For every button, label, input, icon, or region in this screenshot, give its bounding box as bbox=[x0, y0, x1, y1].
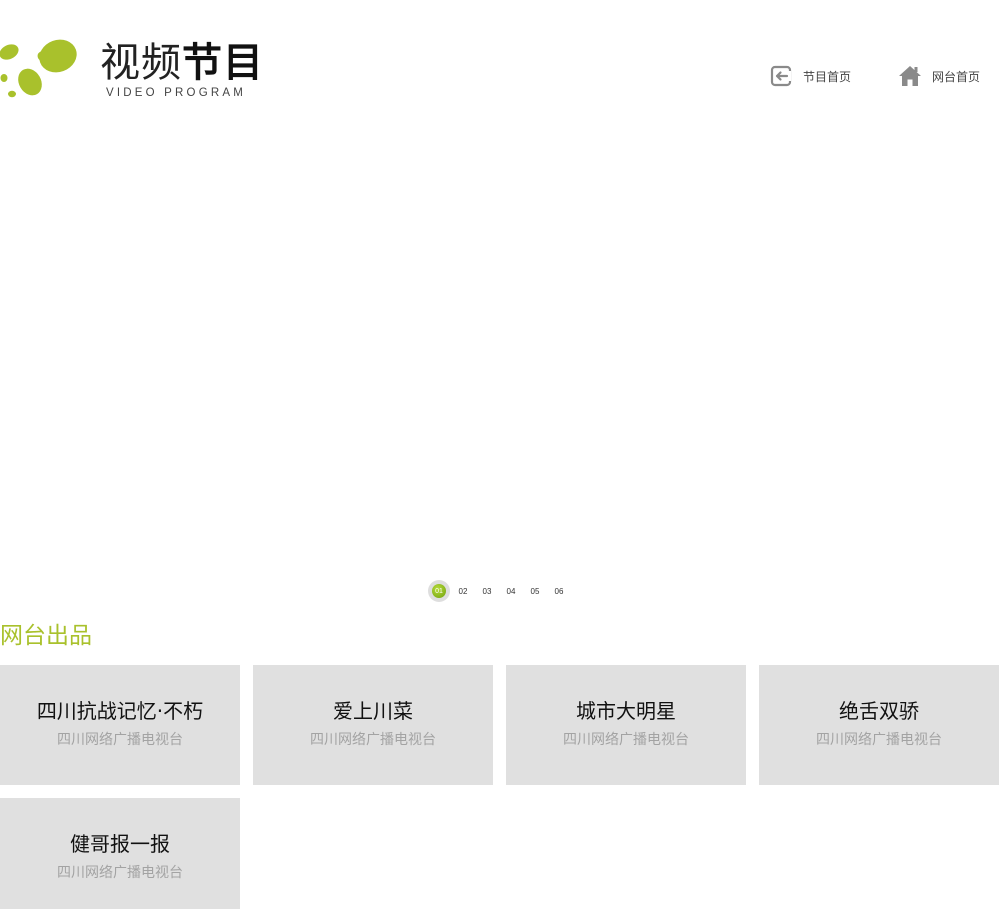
pager-dot-05[interactable]: 05 bbox=[524, 580, 546, 602]
nav-station-home-label: 网台首页 bbox=[932, 69, 981, 84]
program-card[interactable]: 健哥报一报 四川网络广播电视台 bbox=[0, 798, 240, 909]
pager-dot-01[interactable]: 01 bbox=[428, 580, 450, 602]
pager-dot-02[interactable]: 02 bbox=[452, 580, 474, 602]
nav-program-home-link[interactable]: 节目首页 bbox=[769, 63, 851, 89]
banner-slider[interactable] bbox=[0, 122, 1000, 572]
logo-blob-icon bbox=[0, 39, 77, 98]
program-title: 健哥报一报 bbox=[70, 832, 170, 856]
program-title: 爱上川菜 bbox=[333, 699, 413, 723]
logo-title: 视频节目 bbox=[100, 40, 264, 86]
section-title: 网台出品 bbox=[0, 623, 92, 649]
pager-dot-06[interactable]: 06 bbox=[548, 580, 570, 602]
program-title: 城市大明星 bbox=[576, 699, 676, 723]
program-producer: 四川网络广播电视台 bbox=[57, 732, 183, 748]
nav-station-home-link[interactable]: 网台首页 bbox=[898, 63, 980, 89]
logo-subtitle: VIDEO PROGRAM bbox=[106, 87, 247, 99]
nav-program-home-label: 节目首页 bbox=[803, 69, 852, 84]
program-card[interactable]: 爱上川菜 四川网络广播电视台 bbox=[253, 665, 493, 785]
program-producer: 四川网络广播电视台 bbox=[310, 732, 436, 748]
pager-dot-label: 01 bbox=[432, 584, 446, 598]
back-arrow-icon bbox=[770, 65, 792, 87]
program-card[interactable]: 四川抗战记忆·不朽 四川网络广播电视台 bbox=[0, 665, 240, 785]
program-producer: 四川网络广播电视台 bbox=[563, 732, 689, 748]
program-title: 绝舌双骄 bbox=[839, 699, 919, 723]
banner-pager: 01 02 03 04 05 06 bbox=[428, 580, 572, 602]
program-title: 四川抗战记忆·不朽 bbox=[36, 699, 204, 723]
program-card[interactable]: 城市大明星 四川网络广播电视台 bbox=[506, 665, 746, 785]
program-card[interactable]: 绝舌双骄 四川网络广播电视台 bbox=[759, 665, 999, 785]
logo-title-bold: 节目 bbox=[182, 40, 264, 86]
program-producer: 四川网络广播电视台 bbox=[57, 865, 183, 881]
program-producer: 四川网络广播电视台 bbox=[816, 732, 942, 748]
page-header: 视频节目 VIDEO PROGRAM 节目首页 网台首页 bbox=[0, 0, 1000, 120]
logo-title-light: 视频 bbox=[100, 40, 182, 86]
home-icon bbox=[899, 66, 921, 86]
pager-dot-03[interactable]: 03 bbox=[476, 580, 498, 602]
pager-dot-04[interactable]: 04 bbox=[500, 580, 522, 602]
